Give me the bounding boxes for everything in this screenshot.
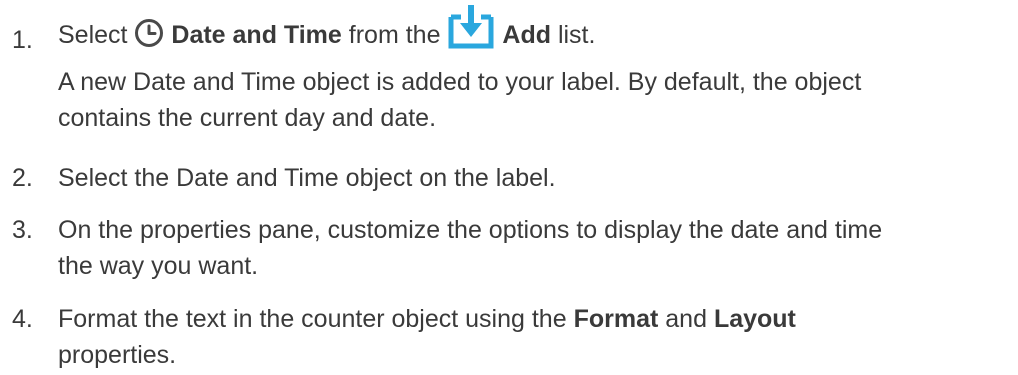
select-word: Select [58,21,128,49]
step-number: 3. [12,216,33,244]
format-property-label: Format [573,305,659,333]
step-4-prefix: Format the text in the counter object us… [58,305,567,333]
list-word: list. [557,21,596,49]
add-download-icon [447,5,495,72]
from-the-text: from the [348,21,441,49]
step-number: 1. [12,26,33,54]
step-body: Select the Date and Time object on the l… [58,160,1003,196]
step-2-text: Select the Date and Time object on the l… [58,164,556,192]
step-number: 2. [12,164,33,192]
step-3-line-2: the way you want. [58,252,259,280]
instruction-steps: 1. Select Date and Time from the Add lis… [0,0,1018,375]
and-word: and [665,305,707,333]
step-4-line-1: Format the text in the counter object us… [58,301,1003,337]
step-number: 4. [12,305,33,333]
step-4-line-2: properties. [58,341,177,369]
step-body: Format the text in the counter object us… [58,301,1003,373]
step-3-line-1: On the properties pane, customize the op… [58,216,883,244]
step-1-instruction: Select Date and Time from the Add list. [58,4,1003,56]
step-1-description-line-1: A new Date and Time object is added to y… [58,68,862,96]
add-list-label: Add [502,21,551,49]
step-body: On the properties pane, customize the op… [58,212,1003,284]
step-body: Select Date and Time from the Add list. … [58,4,1003,136]
clock-icon [134,9,164,71]
date-and-time-option: Date and Time [171,21,342,49]
step-1-description-line-2: contains the current day and date. [58,104,437,132]
layout-property-label: Layout [713,305,796,333]
